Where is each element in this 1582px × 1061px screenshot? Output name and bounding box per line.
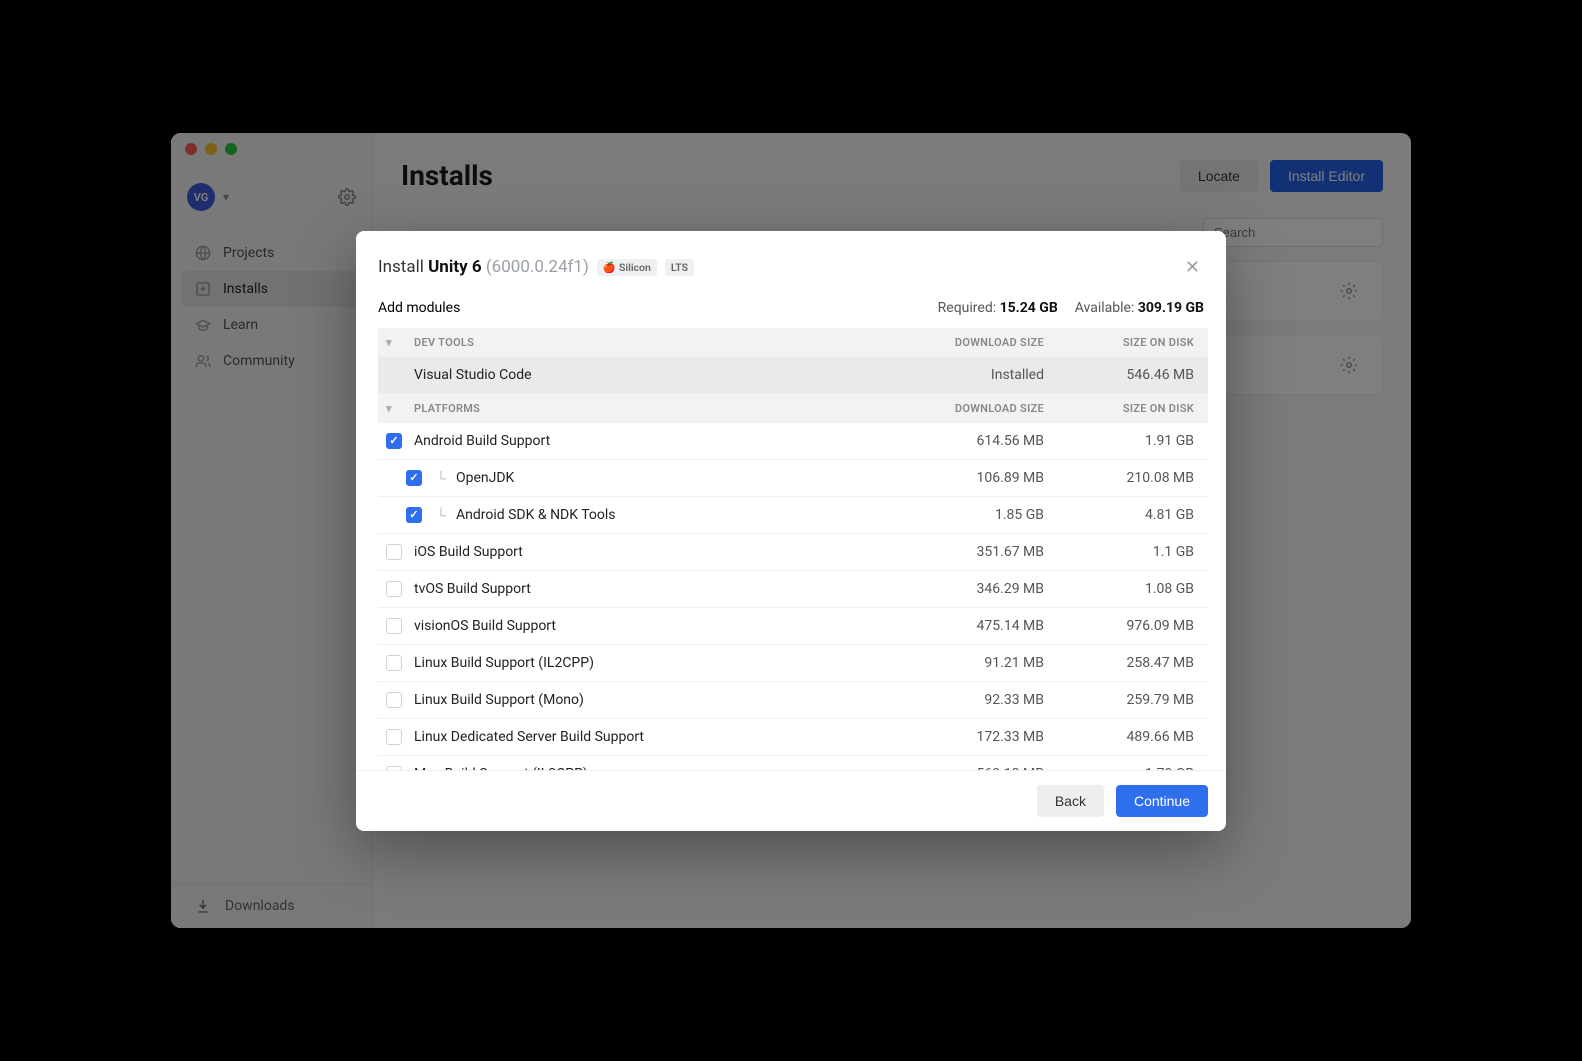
module-row: OpenJDK106.89 MB210.08 MB — [378, 460, 1208, 497]
chevron-down-icon: ▾ — [386, 336, 414, 349]
module-download-size: 91.21 MB — [894, 655, 1044, 671]
module-name: Android Build Support — [414, 433, 894, 449]
module-name: Linux Build Support (IL2CPP) — [414, 655, 894, 671]
module-disk-size: 4.81 GB — [1044, 507, 1194, 523]
module-checkbox[interactable] — [386, 692, 402, 708]
module-name: visionOS Build Support — [414, 618, 894, 634]
module-download-size: 614.56 MB — [894, 433, 1044, 449]
module-download-size: Installed — [894, 367, 1044, 383]
modal-subtitle: Add modules — [378, 300, 460, 316]
section-header[interactable]: ▾PLATFORMSDOWNLOAD SIZESIZE ON DISK — [378, 394, 1208, 423]
module-row: Linux Build Support (IL2CPP)91.21 MB258.… — [378, 645, 1208, 682]
module-download-size: 106.89 MB — [894, 470, 1044, 486]
module-row: Linux Build Support (Mono)92.33 MB259.79… — [378, 682, 1208, 719]
module-name: Linux Dedicated Server Build Support — [414, 729, 894, 745]
module-row: Visual Studio CodeInstalled546.46 MB — [378, 357, 1208, 394]
lts-badge: LTS — [665, 259, 694, 276]
module-row: Linux Dedicated Server Build Support172.… — [378, 719, 1208, 756]
module-disk-size: 489.66 MB — [1044, 729, 1194, 745]
module-download-size: 92.33 MB — [894, 692, 1044, 708]
module-name: Linux Build Support (Mono) — [414, 692, 894, 708]
module-checkbox[interactable] — [386, 433, 402, 449]
module-disk-size: 1.08 GB — [1044, 581, 1194, 597]
module-row: Mac Build Support (IL2CPP)568.12 MB1.78 … — [378, 756, 1208, 770]
module-checkbox[interactable] — [386, 544, 402, 560]
section-header[interactable]: ▾DEV TOOLSDOWNLOAD SIZESIZE ON DISK — [378, 328, 1208, 357]
chevron-down-icon: ▾ — [386, 402, 414, 415]
module-checkbox[interactable] — [386, 729, 402, 745]
col-disk-header: SIZE ON DISK — [1044, 402, 1194, 415]
module-row: iOS Build Support351.67 MB1.1 GB — [378, 534, 1208, 571]
module-disk-size: 259.79 MB — [1044, 692, 1194, 708]
modal-title: Install Unity 6 (6000.0.24f1) — [378, 257, 589, 277]
install-modules-modal: Install Unity 6 (6000.0.24f1) 🍎 Silicon … — [356, 231, 1226, 831]
app-window: VG ▾ Projects Installs Learn — [171, 133, 1411, 928]
module-download-size: 1.85 GB — [894, 507, 1044, 523]
module-disk-size: 258.47 MB — [1044, 655, 1194, 671]
col-disk-header: SIZE ON DISK — [1044, 336, 1194, 349]
modal-backdrop[interactable]: Install Unity 6 (6000.0.24f1) 🍎 Silicon … — [171, 133, 1411, 928]
module-row: Android SDK & NDK Tools1.85 GB4.81 GB — [378, 497, 1208, 534]
module-name: iOS Build Support — [414, 544, 894, 560]
col-download-header: DOWNLOAD SIZE — [894, 402, 1044, 415]
module-checkbox[interactable] — [406, 507, 422, 523]
continue-button[interactable]: Continue — [1116, 785, 1208, 817]
col-download-header: DOWNLOAD SIZE — [894, 336, 1044, 349]
modules-list: ▾DEV TOOLSDOWNLOAD SIZESIZE ON DISKVisua… — [356, 328, 1220, 770]
module-row: visionOS Build Support475.14 MB976.09 MB — [378, 608, 1208, 645]
module-name: Android SDK & NDK Tools — [434, 507, 894, 523]
module-disk-size: 210.08 MB — [1044, 470, 1194, 486]
module-row: Android Build Support614.56 MB1.91 GB — [378, 423, 1208, 460]
close-icon[interactable]: ✕ — [1181, 253, 1204, 282]
module-name: tvOS Build Support — [414, 581, 894, 597]
back-button[interactable]: Back — [1037, 785, 1104, 817]
disk-space-summary: Required: 15.24 GB Available: 309.19 GB — [938, 300, 1204, 316]
arch-badge: 🍎 Silicon — [597, 259, 657, 276]
section-name: PLATFORMS — [414, 402, 894, 415]
module-download-size: 475.14 MB — [894, 618, 1044, 634]
module-disk-size: 1.1 GB — [1044, 544, 1194, 560]
module-checkbox[interactable] — [406, 470, 422, 486]
module-name: OpenJDK — [434, 470, 894, 486]
module-checkbox[interactable] — [386, 655, 402, 671]
module-disk-size: 546.46 MB — [1044, 367, 1194, 383]
module-download-size: 172.33 MB — [894, 729, 1044, 745]
module-checkbox[interactable] — [386, 618, 402, 634]
section-name: DEV TOOLS — [414, 336, 894, 349]
module-row: tvOS Build Support346.29 MB1.08 GB — [378, 571, 1208, 608]
module-disk-size: 1.91 GB — [1044, 433, 1194, 449]
apple-icon: 🍎 — [603, 261, 616, 274]
module-name: Visual Studio Code — [414, 367, 894, 383]
module-checkbox[interactable] — [386, 581, 402, 597]
module-disk-size: 976.09 MB — [1044, 618, 1194, 634]
module-download-size: 351.67 MB — [894, 544, 1044, 560]
module-download-size: 346.29 MB — [894, 581, 1044, 597]
